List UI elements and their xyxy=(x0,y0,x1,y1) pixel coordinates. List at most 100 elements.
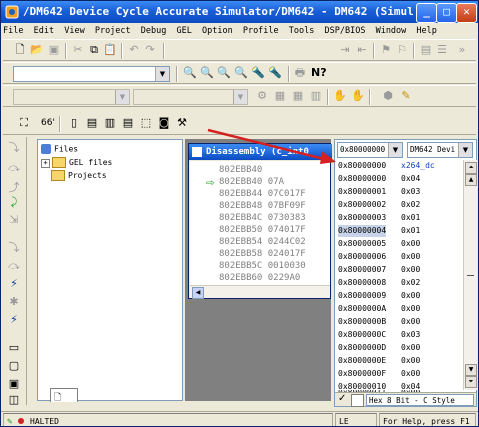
bookmark-toggle-icon[interactable]: ⚑ xyxy=(379,43,393,57)
save-icon[interactable]: ▣ xyxy=(47,43,61,57)
toggle-breakpoint-icon[interactable]: ✋ xyxy=(333,89,347,103)
menu-tools[interactable]: Tools xyxy=(289,26,315,36)
disassembly-hscrollbar[interactable]: ◀ xyxy=(190,285,330,299)
step-out-icon[interactable]: ⤴ xyxy=(7,181,21,195)
animate-icon[interactable]: ⚡ xyxy=(7,313,21,327)
redo-icon[interactable]: ↷ xyxy=(143,43,157,57)
memory-row[interactable]: 0x8000000A 0x00 xyxy=(337,303,462,315)
minimize-button[interactable]: _ xyxy=(416,3,437,23)
cpu-window-icon[interactable]: ▢ xyxy=(7,359,21,373)
disasm-line[interactable]: 802EBB58 024017F xyxy=(219,249,306,259)
run-icon[interactable]: ⚡ xyxy=(7,277,21,291)
find-icon[interactable]: 🔍 xyxy=(183,66,197,80)
watch-window-icon[interactable]: ⛶ xyxy=(17,116,31,130)
memory-row[interactable]: 0x80000005 0x00 xyxy=(337,238,462,250)
disasm-line[interactable]: 802EBB44 07C017F xyxy=(219,189,306,199)
menu-view[interactable]: View xyxy=(64,26,84,36)
menu-project[interactable]: Project xyxy=(95,26,131,36)
expand-icon[interactable]: + xyxy=(41,159,50,168)
memory-device-combo[interactable]: DM642 Devi ▼ xyxy=(407,142,473,158)
register-view-icon[interactable]: ▭ xyxy=(7,341,21,355)
chevron-down-icon[interactable]: ▼ xyxy=(388,143,402,157)
registers-window-icon[interactable]: ▤ xyxy=(85,116,99,130)
memory-row[interactable]: 0x80000008 0x02 xyxy=(337,277,462,289)
paste-icon[interactable]: 📋 xyxy=(103,43,117,57)
memory-row[interactable]: 0x80000009 0x00 xyxy=(337,290,462,302)
step-into-icon[interactable]: ⤵ xyxy=(7,141,21,155)
memory-row[interactable]: 0x8000000D 0x00 xyxy=(337,342,462,354)
find-replace-icon[interactable]: 🔦 xyxy=(251,66,265,80)
find-prev-icon[interactable]: 🔍 xyxy=(217,66,231,80)
chevron-down-icon[interactable]: ▼ xyxy=(458,143,472,157)
new-file-icon[interactable]: 🗋 xyxy=(13,43,27,57)
maximize-button[interactable]: □ xyxy=(436,3,457,23)
copy-icon[interactable]: ⧉ xyxy=(87,43,101,57)
checkmark-icon[interactable]: ✓ xyxy=(338,393,346,404)
menu-option[interactable]: Option xyxy=(202,26,233,36)
scroll-top-icon[interactable]: ⏶ xyxy=(465,162,477,174)
probe-connect-icon[interactable]: ✎ xyxy=(399,89,413,103)
incremental-build-icon[interactable]: ▦ xyxy=(273,89,287,103)
disassembly-listing[interactable]: ⇨ 802EBB40 802EBB40 07A 802EBB44 07C017F… xyxy=(190,161,330,285)
chevron-down-icon[interactable]: ▼ xyxy=(115,90,129,104)
menu-help[interactable]: Help xyxy=(416,26,436,36)
memory-row[interactable]: 0x80000000 0x04 xyxy=(337,173,462,185)
menu-edit[interactable]: Edit xyxy=(34,26,54,36)
set-pc-icon[interactable]: ⇲ xyxy=(7,213,21,227)
image-window-icon[interactable]: ◙ xyxy=(157,116,171,130)
undo-icon[interactable]: ↶ xyxy=(127,43,141,57)
find-next-icon[interactable]: 🔍 xyxy=(200,66,214,80)
graph-window-icon[interactable]: ⬚ xyxy=(139,116,153,130)
profiler-icon[interactable]: ▣ xyxy=(7,377,21,391)
run-to-cursor-icon[interactable]: ⤸ xyxy=(7,195,21,209)
scroll-page-down-icon[interactable]: ▼ xyxy=(465,364,477,376)
menu-file[interactable]: File xyxy=(3,26,23,36)
compile-icon[interactable]: ⚙ xyxy=(255,89,269,103)
memory-row[interactable]: 0x80000003 0x01 xyxy=(337,212,462,224)
disasm-line[interactable]: 802EBB4C 0730383 xyxy=(219,213,306,223)
list-icon[interactable]: ☰ xyxy=(435,43,449,57)
context-help-icon[interactable]: N? xyxy=(311,66,327,80)
print-icon[interactable]: 🖶 xyxy=(293,66,307,80)
memory-window-icon[interactable]: ▯ xyxy=(67,116,81,130)
columns-icon[interactable]: ▤ xyxy=(419,43,433,57)
disasm-line[interactable]: 802EBB50 074017F xyxy=(219,225,306,235)
memory-row-selected[interactable]: 0x80000004 0x01 xyxy=(337,225,462,237)
assembly-step-into-icon[interactable]: ⤵ xyxy=(7,241,21,255)
disasm-line[interactable]: 802EBB5C 0010030 xyxy=(219,261,306,271)
close-button[interactable]: ✕ xyxy=(456,3,477,23)
project-combo[interactable]: ▼ xyxy=(13,66,170,82)
disasm-line[interactable]: 802EBB54 0244C02 xyxy=(219,237,306,247)
build-target-combo[interactable]: ▼ xyxy=(133,89,248,105)
assembly-step-over-icon[interactable]: ⤼ xyxy=(7,259,21,273)
open-folder-icon[interactable]: 📂 xyxy=(30,43,44,57)
menu-debug[interactable]: Debug xyxy=(141,26,167,36)
bookmark-next-icon[interactable]: ⚐ xyxy=(395,43,409,57)
memory-row[interactable]: 0x80000006 0x00 xyxy=(337,251,462,263)
find-in-files-icon[interactable]: 🔍 xyxy=(234,66,248,80)
memory-format-select[interactable]: Hex 8 Bit - C Style xyxy=(366,394,474,406)
memory-row[interactable]: 0x8000000E 0x00 xyxy=(337,355,462,367)
ccs-app-icon[interactable] xyxy=(5,5,19,19)
chevron-down-icon[interactable]: ▼ xyxy=(233,90,247,104)
clock-icon[interactable]: ◫ xyxy=(7,393,21,407)
tree-item-projects[interactable]: Projects xyxy=(51,170,107,181)
chart-icon[interactable]: ⚒ xyxy=(175,116,189,130)
memory-row[interactable]: 0x8000000B 0x00 xyxy=(337,316,462,328)
more-icon[interactable]: » xyxy=(455,43,469,57)
call-stack-icon[interactable]: ▤ xyxy=(121,116,135,130)
memory-row[interactable]: 0x80000001 0x03 xyxy=(337,186,462,198)
menu-profile[interactable]: Profile xyxy=(243,26,279,36)
quick-watch-icon[interactable]: 66' xyxy=(41,116,55,130)
cut-icon[interactable]: ✂ xyxy=(71,43,85,57)
memory-row[interactable]: 0x8000000C 0x03 xyxy=(337,329,462,341)
halt-icon[interactable]: ✱ xyxy=(7,295,21,309)
find-all-icon[interactable]: 🔦 xyxy=(268,66,282,80)
disasm-line[interactable]: 802EBB60 0229A0 xyxy=(219,273,300,283)
title-bar[interactable]: /DM642 Device Cycle Accurate Simulator/D… xyxy=(1,1,478,23)
configuration-combo[interactable]: ▼ xyxy=(13,89,130,105)
disasm-line[interactable]: 802EBB40 07A xyxy=(219,177,284,187)
format-icon[interactable] xyxy=(351,394,364,407)
scroll-left-icon[interactable]: ◀ xyxy=(192,287,204,299)
disassembly-window-icon[interactable]: ▥ xyxy=(103,116,117,130)
